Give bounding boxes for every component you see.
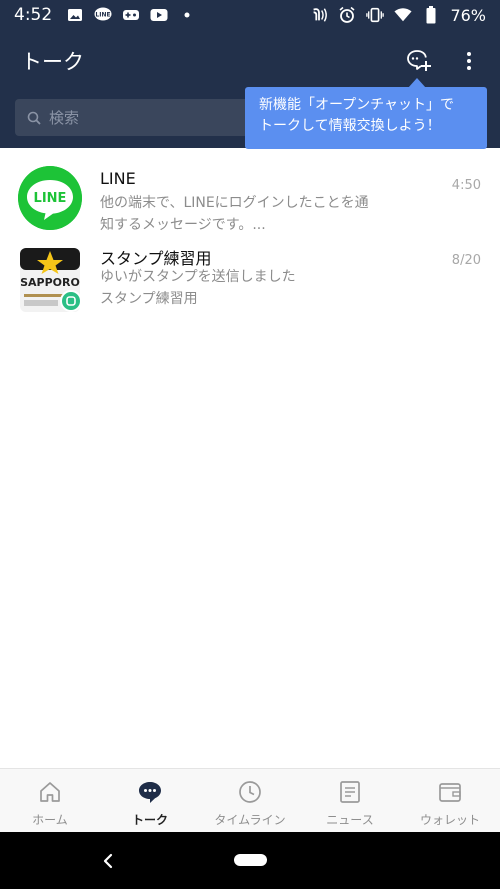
nav-wallet[interactable]: ウォレット: [400, 769, 500, 832]
group-badge: [60, 290, 82, 312]
more-vertical-icon: [467, 52, 471, 70]
status-bar: 4:52 LINE 76%: [0, 0, 500, 30]
nav-label: ニュース: [326, 813, 374, 827]
chat-preview-line-1: ゆいがスタンプを送信しました: [100, 269, 296, 285]
chat-preview-line-2: スタンプ練習用: [100, 291, 198, 307]
chat-item-stamp-practice[interactable]: SAPPORO スタンプ練習用 ゆいがスタンプを送信しました スタンプ練習用 8…: [0, 230, 500, 312]
nav-home[interactable]: ホーム: [0, 769, 100, 832]
game-icon: [122, 6, 140, 24]
home-icon: [37, 779, 63, 805]
avatar-sapporo-text: SAPPORO: [20, 276, 80, 289]
home-pill-button[interactable]: [234, 854, 267, 866]
chat-item-line[interactable]: LINE LINE 他の端末で、LINEにログインしたことを通 知するメッセージ…: [0, 148, 500, 233]
nav-label: ウォレット: [419, 813, 480, 827]
search-box[interactable]: [15, 99, 270, 136]
page-title: トーク: [21, 50, 84, 74]
avatar-line-text: LINE: [34, 191, 67, 206]
back-button[interactable]: [98, 849, 118, 873]
chat-list: LINE LINE 他の端末で、LINEにログインしたことを通 知するメッセージ…: [0, 148, 500, 312]
tooltip-line-2: トークして情報交換しよう！: [259, 118, 441, 134]
gallery-icon: [66, 6, 84, 24]
nav-label: トーク: [131, 813, 168, 827]
vibrate-icon: [366, 6, 385, 24]
avatar-line: LINE: [18, 166, 82, 230]
open-chat-badge-icon: [66, 296, 76, 306]
back-chevron-icon: [103, 853, 113, 869]
line-logo-icon: LINE: [18, 166, 82, 230]
nav-label: ホーム: [32, 813, 68, 827]
nav-news[interactable]: ニュース: [300, 769, 400, 832]
battery-percent: 76%: [450, 5, 486, 25]
nav-timeline[interactable]: タイムライン: [200, 769, 300, 832]
nfc-icon: [310, 6, 328, 24]
open-chat-tooltip[interactable]: 新機能「オープンチャット」で トークして情報交換しよう！: [245, 87, 487, 149]
alarm-icon: [338, 6, 356, 24]
new-chat-button[interactable]: [405, 47, 433, 75]
chat-name: LINE: [100, 169, 136, 188]
tooltip-line-1: 新機能「オープンチャット」で: [259, 97, 455, 113]
status-time: 4:52: [14, 5, 53, 25]
system-nav-bar: [0, 832, 500, 889]
avatar-sapporo: SAPPORO: [18, 248, 82, 312]
chat-time: 8/20: [451, 253, 481, 268]
wifi-icon: [394, 6, 412, 24]
search-input[interactable]: [49, 108, 239, 127]
clock-icon: [237, 779, 263, 805]
line-notification-icon: LINE: [94, 6, 112, 24]
bottom-nav: ホーム トーク タイムライン ニュース ウォレット: [0, 768, 500, 832]
battery-icon: [422, 6, 440, 24]
nav-label: タイムライン: [214, 813, 286, 827]
news-icon: [337, 779, 363, 805]
chat-add-icon: [407, 50, 431, 71]
youtube-icon: [150, 6, 168, 24]
dot-icon: [178, 6, 196, 24]
search-icon: [27, 111, 41, 125]
svg-text:LINE: LINE: [96, 12, 111, 19]
talk-icon: [137, 779, 163, 805]
chat-preview-line-1: 他の端末で、LINEにログインしたことを通: [100, 195, 369, 211]
chat-preview: ゆいがスタンプを送信しました スタンプ練習用: [100, 266, 400, 310]
nav-talk[interactable]: トーク: [100, 769, 200, 832]
wallet-icon: [437, 779, 463, 805]
more-options-button[interactable]: [455, 47, 483, 75]
chat-time: 4:50: [451, 178, 481, 193]
